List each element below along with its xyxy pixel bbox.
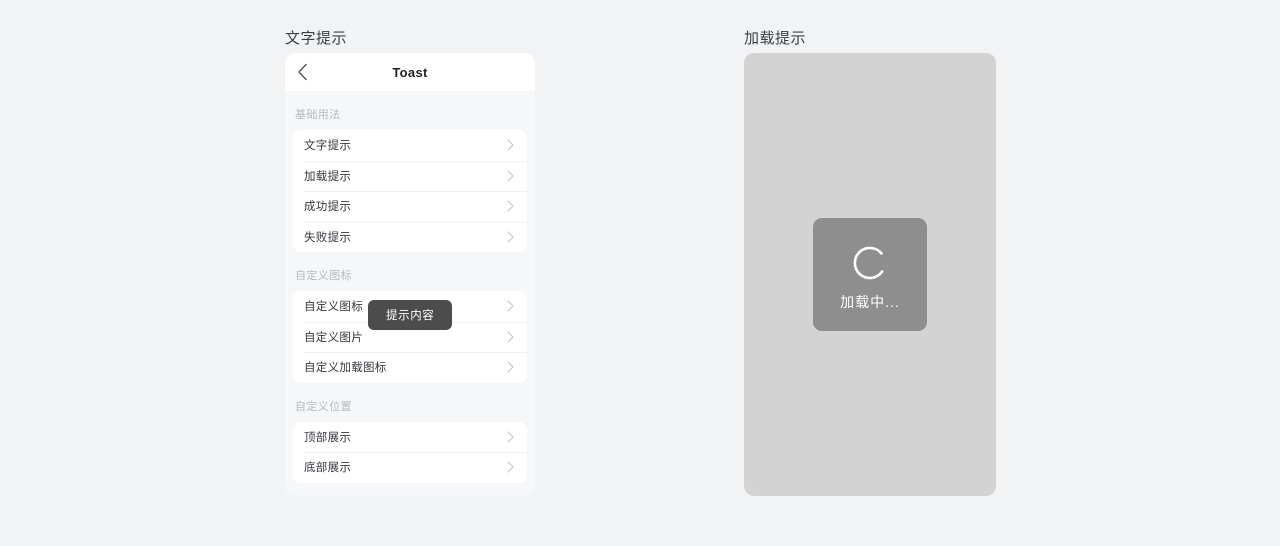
list-item-label: 成功提示 xyxy=(304,201,352,214)
nav-bar: Toast xyxy=(285,53,535,91)
loading-toast: 加载中... xyxy=(813,218,927,331)
panel-caption-loading-toast: 加载提示 xyxy=(744,30,807,47)
list-item[interactable]: 失败提示 xyxy=(293,221,527,253)
chevron-right-icon xyxy=(504,200,516,212)
text-toast: 提示内容 xyxy=(368,300,453,330)
group-title-custom-position: 自定义位置 xyxy=(295,400,352,413)
loading-spinner-icon xyxy=(847,241,893,287)
group-title-basic: 基础用法 xyxy=(295,109,341,121)
loading-mask-overlay: 加载中... xyxy=(744,53,996,496)
list-item-label: 底部展示 xyxy=(304,462,352,475)
group-title-custom-icon: 自定义图标 xyxy=(295,270,352,282)
list-item-label: 自定义加载图标 xyxy=(304,362,387,375)
back-button[interactable] xyxy=(285,53,319,91)
page-title: Toast xyxy=(392,64,428,80)
list-item[interactable]: 成功提示 xyxy=(293,191,527,222)
list-item[interactable]: 文字提示 xyxy=(293,130,527,161)
list-item-label: 顶部展示 xyxy=(304,431,352,444)
chevron-right-icon xyxy=(504,361,516,373)
chevron-right-icon xyxy=(504,431,516,443)
list-item-label: 文字提示 xyxy=(304,140,352,153)
chevron-right-icon xyxy=(504,231,516,243)
list-item[interactable]: 自定义加载图标 xyxy=(293,352,527,383)
chevron-right-icon xyxy=(504,139,516,151)
list-card-custom-position: 顶部展示 底部展示 xyxy=(293,421,527,483)
phone-frame-text-toast: Toast 基础用法 文字提示 加载提示 成功提示 失败提示 自定义图标 自定义… xyxy=(285,53,535,496)
chevron-right-icon xyxy=(504,170,516,182)
chevron-right-icon xyxy=(504,300,516,312)
panel-caption-text-toast: 文字提示 xyxy=(285,30,348,47)
list-item[interactable]: 加载提示 xyxy=(293,160,527,192)
list-item-label: 自定义图片 xyxy=(304,331,363,344)
list-item[interactable]: 顶部展示 xyxy=(293,422,527,453)
chevron-right-icon xyxy=(504,331,516,343)
list-item[interactable]: 底部展示 xyxy=(293,452,527,483)
list-item-label: 失败提示 xyxy=(304,231,352,244)
loading-toast-label: 加载中... xyxy=(840,293,900,310)
list-card-basic: 文字提示 加载提示 成功提示 失败提示 xyxy=(293,130,527,252)
list-item-label: 加载提示 xyxy=(304,170,352,183)
chevron-right-icon xyxy=(504,461,516,473)
settings-list[interactable]: 基础用法 文字提示 加载提示 成功提示 失败提示 自定义图标 自定义图标 自定义… xyxy=(285,91,535,496)
chevron-left-icon xyxy=(297,63,308,81)
